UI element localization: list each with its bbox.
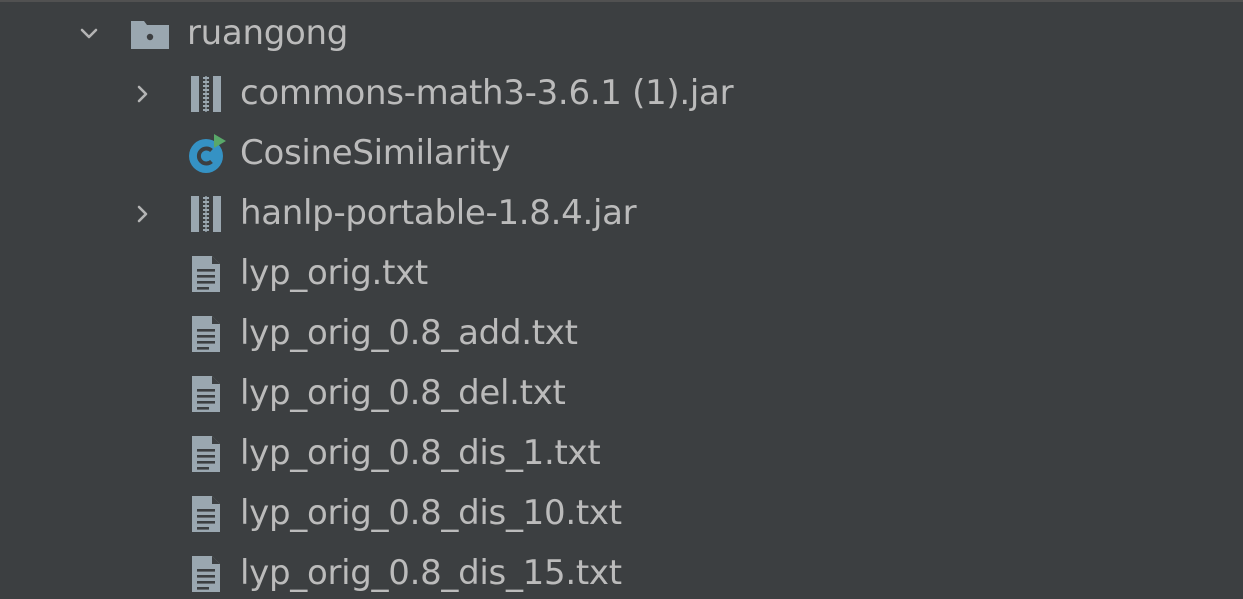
text-file-icon <box>186 554 226 594</box>
text-file-icon <box>186 434 226 474</box>
jar-archive-icon <box>186 194 226 234</box>
text-file-icon <box>186 254 226 294</box>
tree-node-cosine-similarity[interactable]: CosineSimilarity <box>0 124 1243 184</box>
text-file-icon <box>186 314 226 354</box>
tree-node-label: lyp_orig.txt <box>240 253 428 294</box>
tree-node-label: lyp_orig_0.8_dis_10.txt <box>240 493 622 534</box>
tree-node-label: hanlp-portable-1.8.4.jar <box>240 193 637 234</box>
chevron-right-icon[interactable] <box>134 85 152 103</box>
tree-node-text-file[interactable]: lyp_orig_0.8_del.txt <box>0 364 1243 424</box>
java-class-runnable-icon <box>186 134 226 174</box>
tree-node-commons-math3-jar[interactable]: commons-math3-3.6.1 (1).jar <box>0 64 1243 124</box>
tree-node-text-file[interactable]: lyp_orig_0.8_dis_1.txt <box>0 424 1243 484</box>
tree-node-text-file[interactable]: lyp_orig_0.8_add.txt <box>0 304 1243 364</box>
tree-node-label: lyp_orig_0.8_dis_1.txt <box>240 433 601 474</box>
project-tree-panel: ruangong commons-math3-3.6.1 (1).jar Cos… <box>0 0 1243 599</box>
chevron-right-icon[interactable] <box>134 205 152 223</box>
chevron-down-icon[interactable] <box>80 25 98 43</box>
text-file-icon <box>186 374 226 414</box>
tree-node-label: lyp_orig_0.8_del.txt <box>240 373 566 414</box>
folder-icon <box>130 14 170 54</box>
tree-node-text-file[interactable]: lyp_orig.txt <box>0 244 1243 304</box>
tree-node-label: lyp_orig_0.8_dis_15.txt <box>240 553 622 594</box>
jar-archive-icon <box>186 74 226 114</box>
tree-node-text-file[interactable]: lyp_orig_0.8_dis_10.txt <box>0 484 1243 544</box>
tree-node-label: CosineSimilarity <box>240 133 511 174</box>
tree-node-hanlp-jar[interactable]: hanlp-portable-1.8.4.jar <box>0 184 1243 244</box>
text-file-icon <box>186 494 226 534</box>
tree-node-label: ruangong <box>187 13 349 54</box>
tree-node-label: lyp_orig_0.8_add.txt <box>240 313 578 354</box>
tree-node-label: commons-math3-3.6.1 (1).jar <box>240 73 734 114</box>
tree-node-text-file[interactable]: lyp_orig_0.8_dis_15.txt <box>0 544 1243 599</box>
tree-node-ruangong[interactable]: ruangong <box>0 4 1243 64</box>
